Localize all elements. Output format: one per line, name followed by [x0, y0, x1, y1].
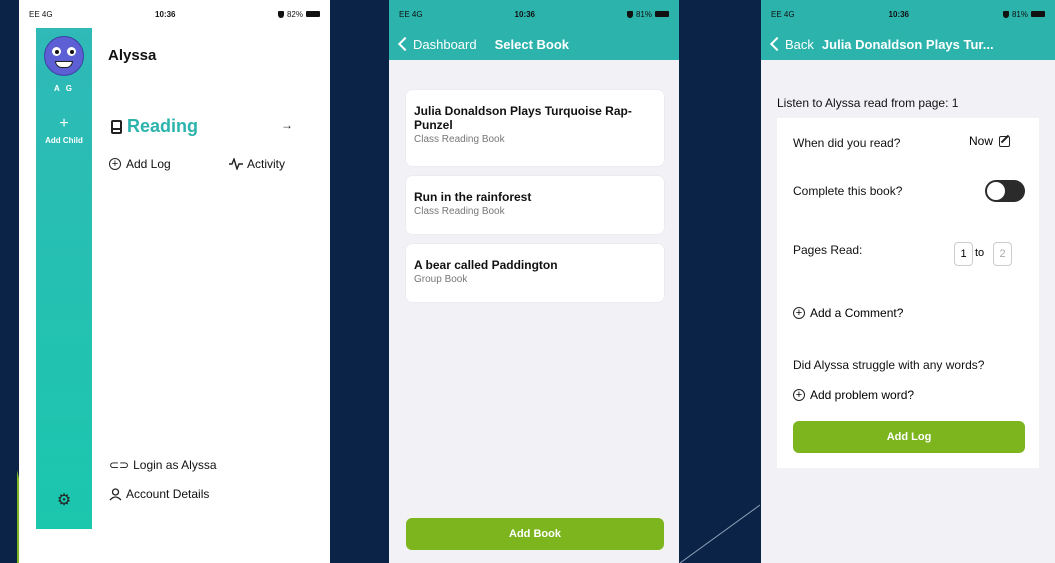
listen-instruction: Listen to Alyssa read from page: 1	[777, 96, 959, 110]
nav-bar: Back Julia Donaldson Plays Tur...	[761, 28, 1055, 60]
person-icon	[109, 487, 122, 500]
battery-icon	[655, 11, 669, 17]
activity-icon	[229, 158, 243, 170]
nav-bar: Dashboard Select Book	[389, 28, 679, 60]
edit-icon	[999, 135, 1011, 147]
status-right: 81%	[626, 9, 669, 19]
when-value-button[interactable]: Now	[969, 134, 1011, 148]
arrow-right-icon[interactable]: →	[281, 118, 293, 132]
status-time: 10:36	[155, 9, 176, 19]
account-details-label: Account Details	[126, 487, 210, 501]
battery-percent: 81%	[1011, 9, 1028, 19]
struggle-question: Did Alyssa struggle with any words?	[793, 358, 985, 372]
complete-book-toggle[interactable]	[985, 180, 1025, 202]
when-value: Now	[969, 134, 994, 148]
to-label: to	[975, 247, 985, 259]
avatar-eye-icon	[67, 47, 76, 56]
lock-icon	[277, 10, 284, 18]
login-as-label: Login as Alyssa	[133, 458, 217, 472]
lock-icon	[1002, 10, 1009, 18]
carrier-signal: EE 4G	[29, 9, 53, 19]
book-title: Julia Donaldson Plays Turquoise Rap-Punz…	[414, 104, 632, 132]
battery-icon	[306, 11, 320, 17]
gear-icon[interactable]: ⚙	[36, 490, 92, 510]
page-title: Julia Donaldson Plays Tur...	[821, 36, 994, 52]
chevron-left-icon	[769, 36, 785, 52]
add-log-button[interactable]: + Add Log	[109, 157, 171, 171]
add-log-button[interactable]: Add Log	[793, 421, 1025, 453]
login-as-button[interactable]: ⊂⊃ Login as Alyssa	[109, 458, 217, 472]
when-label: When did you read?	[793, 136, 901, 150]
avatar-eye-icon	[52, 47, 61, 56]
page-title: Select Book	[494, 36, 570, 52]
add-child-button[interactable]: Add Child	[36, 136, 92, 146]
battery-icon	[1031, 11, 1045, 17]
plus-circle-icon: +	[793, 389, 805, 401]
plus-circle-icon: +	[793, 307, 805, 319]
add-book-button[interactable]: Add Book	[406, 518, 664, 550]
activity-label: Activity	[247, 157, 286, 171]
page-from-input[interactable]: 1	[954, 242, 973, 266]
carrier-signal: EE 4G	[399, 9, 423, 19]
back-button[interactable]: Dashboard	[397, 37, 477, 52]
book-title: Run in the rainforest	[414, 190, 532, 204]
chevron-left-icon	[397, 36, 413, 52]
dashboard-screen: EE 4G 10:36 82% A G + Add Child ⚙ Alyssa…	[19, 0, 330, 563]
battery-percent: 81%	[635, 9, 652, 19]
avatar-mouth-icon	[55, 61, 73, 68]
complete-label: Complete this book?	[793, 184, 903, 198]
header: EE 4G 10:36 81% Dashboard Select Book	[389, 0, 679, 60]
add-comment-button[interactable]: + Add a Comment?	[793, 306, 903, 320]
add-comment-label: Add a Comment?	[810, 306, 904, 320]
pages-read-label: Pages Read:	[793, 243, 863, 257]
child-name: Alyssa	[108, 47, 157, 64]
book-card[interactable]: Julia Donaldson Plays Turquoise Rap-Punz…	[406, 90, 664, 166]
lock-icon	[626, 10, 633, 18]
plus-circle-icon: +	[109, 158, 121, 170]
back-label: Dashboard	[413, 36, 477, 52]
header: EE 4G 10:36 81% Back Julia Donaldson Pla…	[761, 0, 1055, 60]
reading-section-header[interactable]: Reading	[111, 116, 198, 137]
status-right: 82%	[277, 9, 320, 19]
battery-percent: 82%	[286, 9, 303, 19]
status-bar: EE 4G 10:36 81%	[389, 0, 679, 28]
book-type: Group Book	[414, 274, 468, 285]
page-to-input[interactable]: 2	[993, 242, 1012, 266]
book-card[interactable]: A bear called Paddington Group Book	[406, 244, 664, 302]
add-log-screen: EE 4G 10:36 81% Back Julia Donaldson Pla…	[761, 0, 1055, 563]
book-card[interactable]: Run in the rainforest Class Reading Book	[406, 176, 664, 234]
activity-button[interactable]: Activity	[229, 157, 285, 171]
status-right: 81%	[1002, 9, 1045, 19]
add-problem-word-label: Add problem word?	[810, 388, 915, 402]
link-icon: ⊂⊃	[109, 458, 130, 472]
log-form: When did you read? Now Complete this boo…	[777, 118, 1039, 468]
book-icon	[111, 119, 122, 134]
book-type: Class Reading Book	[414, 206, 505, 217]
child-initials: A G	[54, 84, 74, 93]
book-title: A bear called Paddington	[414, 258, 558, 272]
add-child-plus-icon[interactable]: +	[36, 116, 92, 132]
book-type: Class Reading Book	[414, 134, 505, 145]
child-sidebar: A G + Add Child ⚙	[36, 28, 92, 529]
reading-label: Reading	[127, 116, 199, 136]
back-label: Back	[785, 36, 814, 52]
status-bar: EE 4G 10:36 81%	[761, 0, 1055, 28]
add-problem-word-button[interactable]: + Add problem word?	[793, 388, 914, 402]
select-book-screen: EE 4G 10:36 81% Dashboard Select Book Ju…	[389, 0, 679, 563]
account-details-button[interactable]: Account Details	[109, 487, 209, 501]
status-bar: EE 4G 10:36 82%	[19, 0, 330, 28]
child-avatar[interactable]	[44, 36, 84, 76]
status-time: 10:36	[888, 9, 910, 19]
back-button[interactable]: Back	[769, 37, 814, 52]
add-log-label: Add Log	[126, 157, 171, 171]
carrier-signal: EE 4G	[771, 9, 795, 19]
status-time: 10:36	[514, 9, 536, 19]
